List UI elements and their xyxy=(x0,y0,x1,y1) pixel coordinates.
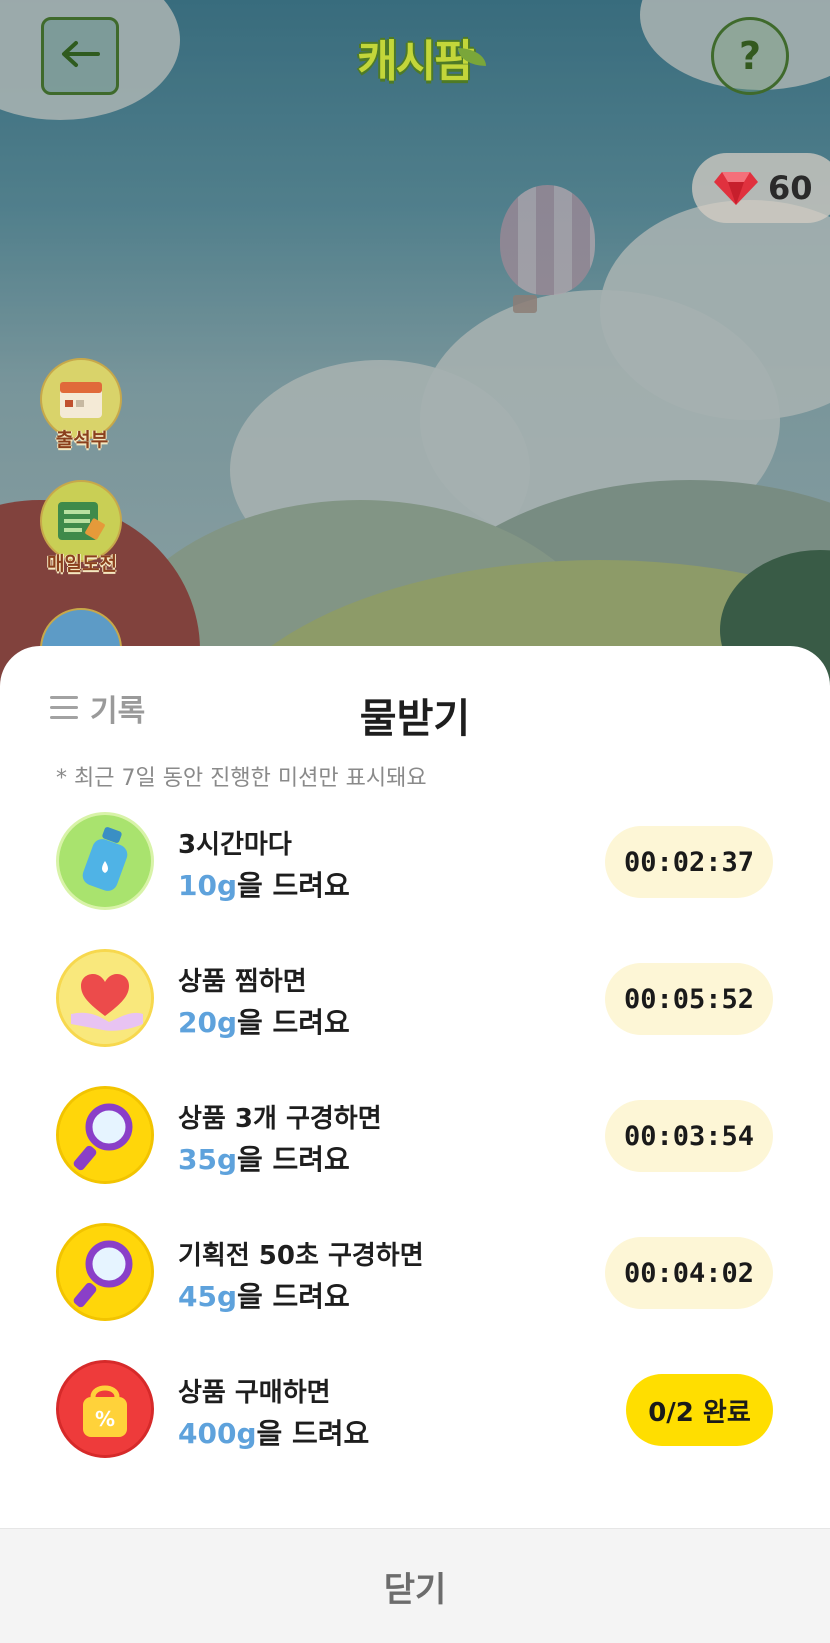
reward-amount: 20g xyxy=(178,1006,238,1039)
mission-title: 상품 찜하면 xyxy=(178,967,307,997)
back-button[interactable] xyxy=(41,17,119,95)
mission-reward: 45g을 드려요 xyxy=(178,1275,350,1315)
mission-title: 기획전 50초 구경하면 xyxy=(178,1241,424,1271)
reward-amount: 400g xyxy=(178,1417,257,1450)
reward-suffix: 을 드려요 xyxy=(237,1006,350,1039)
shopping-bag-icon: % xyxy=(56,1360,154,1458)
reward-suffix: 을 드려요 xyxy=(256,1417,370,1450)
mission-reward: 400g을 드려요 xyxy=(178,1412,369,1452)
mission-timer: 00:04:02 xyxy=(605,1237,773,1309)
sheet-header: 기록 물받기 xyxy=(0,646,830,766)
mission-item[interactable]: 3시간마다 10g을 드려요 00:02:37 xyxy=(0,812,830,949)
arrow-left-icon xyxy=(60,39,100,73)
mission-reward: 20g을 드려요 xyxy=(178,1001,350,1041)
mission-item[interactable]: % 상품 구매하면 400g을 드려요 0/2 완료 xyxy=(0,1360,830,1497)
reward-amount: 35g xyxy=(178,1143,238,1176)
help-icon: ? xyxy=(738,34,762,78)
heart-hand-icon xyxy=(56,949,154,1047)
water-bottle-icon xyxy=(56,812,154,910)
game-background xyxy=(0,0,830,700)
gem-count: 60 xyxy=(768,169,813,207)
reward-amount: 45g xyxy=(178,1280,238,1313)
water-bottom-sheet: 기록 물받기 * 최근 7일 동안 진행한 미션만 표시돼요 3시간마다 10g… xyxy=(0,646,830,1643)
daily-challenge-label: 매일도전 xyxy=(47,553,117,575)
mission-list: 3시간마다 10g을 드려요 00:02:37 상품 찜하면 20g을 드려요 … xyxy=(0,812,830,1497)
info-note: * 최근 7일 동안 진행한 미션만 표시돼요 xyxy=(56,766,427,791)
mission-item[interactable]: 상품 3개 구경하면 35g을 드려요 00:03:54 xyxy=(0,1086,830,1223)
close-button[interactable]: 닫기 xyxy=(0,1528,830,1643)
gem-icon xyxy=(714,170,758,206)
mission-item[interactable]: 상품 찜하면 20g을 드려요 00:05:52 xyxy=(0,949,830,1086)
mission-title: 3시간마다 xyxy=(178,830,292,860)
reward-amount: 10g xyxy=(178,869,238,902)
mission-reward: 10g을 드려요 xyxy=(178,864,350,904)
magnifier-icon xyxy=(56,1086,154,1184)
mission-timer: 00:03:54 xyxy=(605,1100,773,1172)
mission-timer: 00:02:37 xyxy=(605,826,773,898)
svg-text:%: % xyxy=(95,1407,115,1431)
help-button[interactable]: ? xyxy=(711,17,789,95)
attendance-label: 출석부 xyxy=(55,429,109,451)
reward-suffix: 을 드려요 xyxy=(237,1143,350,1176)
sheet-title: 물받기 xyxy=(359,696,471,742)
reward-suffix: 을 드려요 xyxy=(237,1280,350,1313)
mission-title: 상품 3개 구경하면 xyxy=(178,1104,382,1134)
mission-title: 상품 구매하면 xyxy=(178,1378,331,1408)
mission-reward: 35g을 드려요 xyxy=(178,1138,350,1178)
mission-timer: 00:05:52 xyxy=(605,963,773,1035)
magnifier-purple-icon xyxy=(56,1223,154,1321)
gem-balance[interactable]: 60 xyxy=(692,153,830,223)
mission-progress-button[interactable]: 0/2 완료 xyxy=(626,1374,773,1446)
reward-suffix: 을 드려요 xyxy=(237,869,350,902)
mission-item[interactable]: 기획전 50초 구경하면 45g을 드려요 00:04:02 xyxy=(0,1223,830,1360)
